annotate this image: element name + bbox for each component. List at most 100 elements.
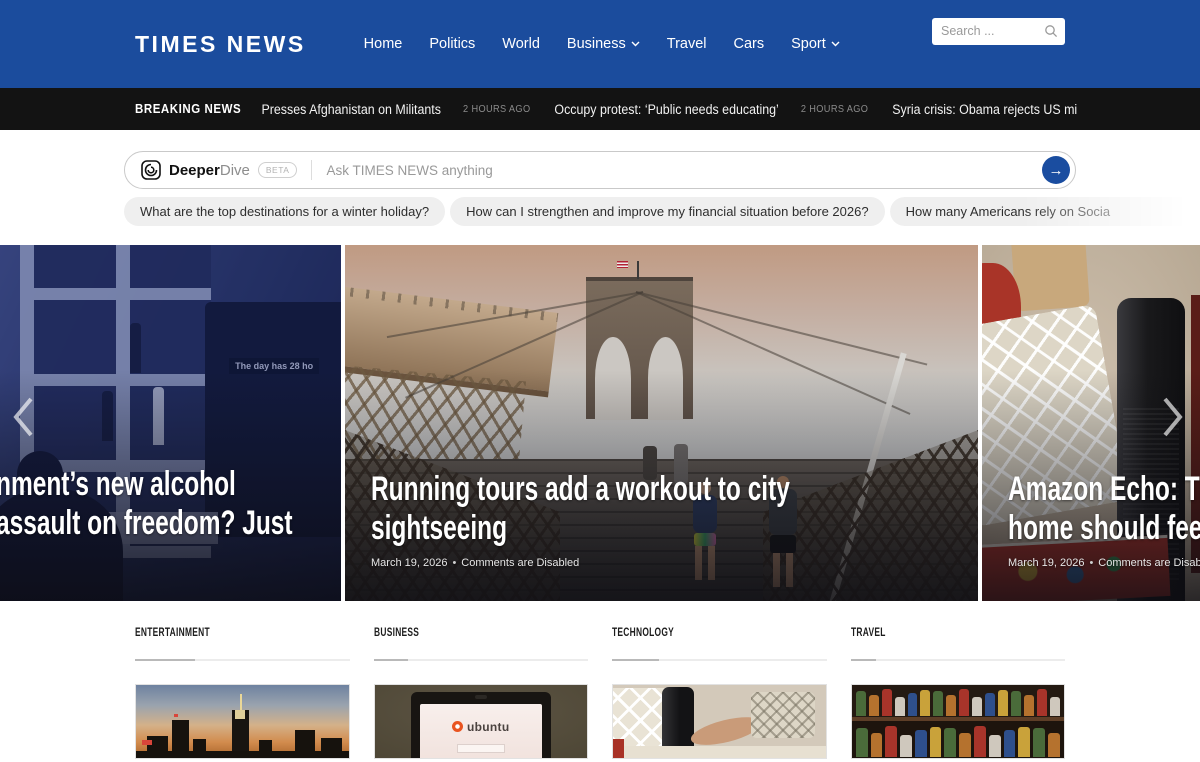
nav-item-politics[interactable]: Politics (429, 36, 475, 52)
carousel-slide-echo[interactable]: Amazon Echo: Th home should fee March 19… (982, 245, 1200, 601)
deeperdive-brand: DeeperDive (169, 162, 250, 179)
arrow-right-icon: → (1049, 163, 1064, 178)
us-flag-shape (617, 261, 628, 268)
ticker-item[interactable]: Syria crisis: Obama rejects US mi (892, 102, 1077, 117)
webcam-shape (475, 695, 487, 699)
meta-separator: • (452, 557, 456, 569)
section-divider (612, 659, 827, 661)
nav-label: Business (567, 36, 626, 52)
bottle-shape (900, 735, 912, 757)
site-logo[interactable]: TIMES NEWS (135, 31, 306, 58)
headline-line: nment’s new alcohol (0, 465, 237, 504)
ai-search-section: DeeperDive BETA → What are the top desti… (0, 130, 1200, 226)
bottle-shape (895, 697, 905, 716)
bottle-shape (959, 733, 971, 757)
bottle-shape (985, 693, 995, 716)
bottle-shape (998, 690, 1008, 716)
bottle-shape (933, 691, 943, 716)
deeperdive-bar: DeeperDive BETA → (124, 151, 1076, 189)
breaking-news-bar: BREAKING NEWS Presses Afghanistan on Mil… (0, 88, 1200, 130)
nav-item-world[interactable]: World (502, 36, 540, 52)
section-heading[interactable]: ENTERTAINMENT (135, 625, 285, 639)
nav-label: World (502, 36, 540, 52)
bottle-shape (1018, 727, 1030, 757)
bottle-row (856, 723, 1060, 757)
search-icon[interactable] (1044, 24, 1058, 38)
suggestion-pills: What are the top destinations for a wint… (124, 197, 1076, 226)
nav-item-cars[interactable]: Cars (734, 36, 765, 52)
monitor-shape: ubuntu (411, 692, 551, 759)
nav-item-travel[interactable]: Travel (667, 36, 707, 52)
brand-bold: Deeper (169, 162, 220, 179)
screen-shape: ubuntu (420, 704, 542, 759)
breaking-news-label: BREAKING NEWS (135, 102, 241, 116)
section-heading[interactable]: TRAVEL (851, 625, 1001, 639)
slide-title-link[interactable]: Amazon Echo: Th home should fee (1008, 470, 1128, 548)
ubuntu-logo-icon (452, 721, 463, 732)
category-sections: ENTERTAINMENT BUSINESS (135, 601, 1065, 759)
headline-line: Running tours add a workout to city (371, 470, 789, 509)
ticker-item[interactable]: Occupy protest: ‘Public needs educating’ (554, 102, 778, 117)
bottle-shape (974, 726, 986, 757)
headline-line: sightseeing (371, 509, 789, 548)
article-thumbnail-echo[interactable] (612, 684, 827, 759)
carousel-slide-running[interactable]: Running tours add a workout to city sigh… (345, 245, 978, 601)
red-light-shape (174, 714, 178, 717)
bottle-row (856, 686, 1060, 715)
red-accent-shape (613, 739, 624, 758)
carousel-prev-button[interactable] (10, 395, 36, 439)
section-entertainment: ENTERTAINMENT (135, 625, 350, 759)
slide-title-link[interactable]: Running tours add a workout to city sigh… (371, 470, 789, 548)
bottle-shape (1050, 697, 1060, 716)
suggestion-pill[interactable]: How many Americans rely on Socia (890, 197, 1200, 226)
bottle-shape (1004, 730, 1016, 756)
bottle-shape (959, 689, 969, 716)
ai-submit-button[interactable]: → (1042, 156, 1070, 184)
flag-pole-shape (637, 261, 639, 279)
article-thumbnail-ubuntu[interactable]: ubuntu (374, 684, 589, 759)
headline-line: Amazon Echo: Th (1008, 470, 1128, 509)
bottle-shape (1033, 728, 1045, 757)
suggestion-pill[interactable]: What are the top destinations for a wint… (124, 197, 445, 226)
bottle-shape (856, 728, 868, 757)
nav-item-sport[interactable]: Sport (791, 36, 840, 52)
article-thumbnail-bar[interactable] (851, 684, 1066, 759)
comments-status: Comments are Disab (1098, 557, 1200, 569)
article-thumbnail-skyline[interactable] (135, 684, 350, 759)
meta-separator: • (1089, 557, 1093, 569)
lampshade-shape (1010, 245, 1090, 312)
carousel-slide-alcohol[interactable]: The day has 28 ho nment’s new alcohol as… (0, 245, 341, 601)
brand-light: Dive (220, 162, 250, 179)
post-date: March 19, 2026 (1008, 557, 1084, 569)
ticker-timestamp: 2 HOURS AGO (801, 104, 868, 115)
headline-line: home should fee (1008, 509, 1128, 548)
bottle-shape (972, 697, 982, 716)
section-divider (135, 659, 350, 661)
page: TIMES NEWS Home Politics World Business … (0, 0, 1200, 762)
slide-meta: March 19, 2026•Comments are Disab (1008, 557, 1174, 569)
pillow-shape (751, 692, 815, 737)
slide-title-link[interactable]: nment’s new alcohol assault on freedom? … (0, 465, 237, 543)
bottle-shape (856, 691, 866, 716)
post-date: March 19, 2026 (371, 557, 447, 569)
bottle-shape (1037, 689, 1047, 716)
section-business: BUSINESS ubuntu (374, 625, 589, 759)
search-input[interactable] (941, 24, 1044, 38)
carousel-next-button[interactable] (1160, 395, 1186, 439)
bottle-shape (882, 689, 892, 716)
chevron-right-icon (1160, 395, 1186, 439)
main-nav: Home Politics World Business Travel Cars… (364, 36, 840, 52)
bottle-shape (930, 727, 942, 757)
section-heading[interactable]: TECHNOLOGY (612, 625, 762, 639)
suggestion-pill[interactable]: How can I strengthen and improve my fina… (450, 197, 885, 226)
section-heading[interactable]: BUSINESS (374, 625, 524, 639)
section-divider (374, 659, 589, 661)
ticker-item[interactable]: Presses Afghanistan on Militants (261, 102, 441, 117)
nav-item-business[interactable]: Business (567, 36, 640, 52)
red-sign-shape (142, 740, 152, 745)
skyline-photo-shape (136, 685, 349, 758)
header-search (932, 18, 1065, 45)
ai-question-input[interactable] (326, 163, 1042, 178)
chevron-down-icon (631, 41, 640, 47)
nav-item-home[interactable]: Home (364, 36, 403, 52)
